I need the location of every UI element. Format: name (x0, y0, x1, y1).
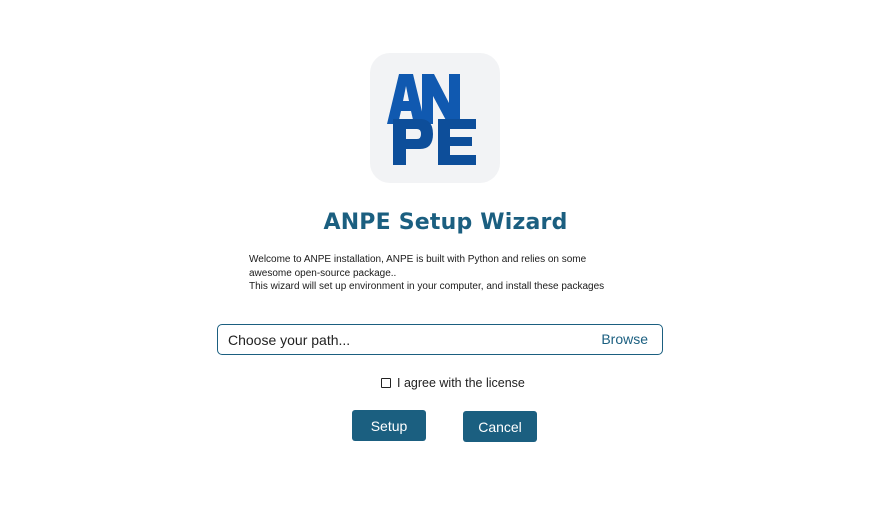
description-line: awesome open-source package.. (249, 267, 397, 279)
setup-wizard-page: ANPE Setup Wizard Welcome to ANPE instal… (0, 0, 891, 506)
path-selector: Browse (217, 324, 663, 355)
license-agreement[interactable]: I agree with the license (381, 375, 525, 391)
path-input[interactable] (218, 325, 598, 354)
setup-button[interactable]: Setup (352, 410, 426, 441)
browse-button[interactable]: Browse (601, 325, 648, 354)
app-logo (370, 53, 500, 183)
license-label: I agree with the license (397, 376, 525, 390)
description-line: Welcome to ANPE installation, ANPE is bu… (249, 254, 587, 265)
license-checkbox[interactable] (381, 378, 391, 388)
cancel-button[interactable]: Cancel (463, 411, 537, 442)
description-line: This wizard will set up environment in y… (249, 281, 605, 292)
page-title: ANPE Setup Wizard (323, 210, 568, 235)
anpe-logo-icon (387, 74, 476, 165)
welcome-description: Welcome to ANPE installation, ANPE is bu… (249, 253, 649, 294)
